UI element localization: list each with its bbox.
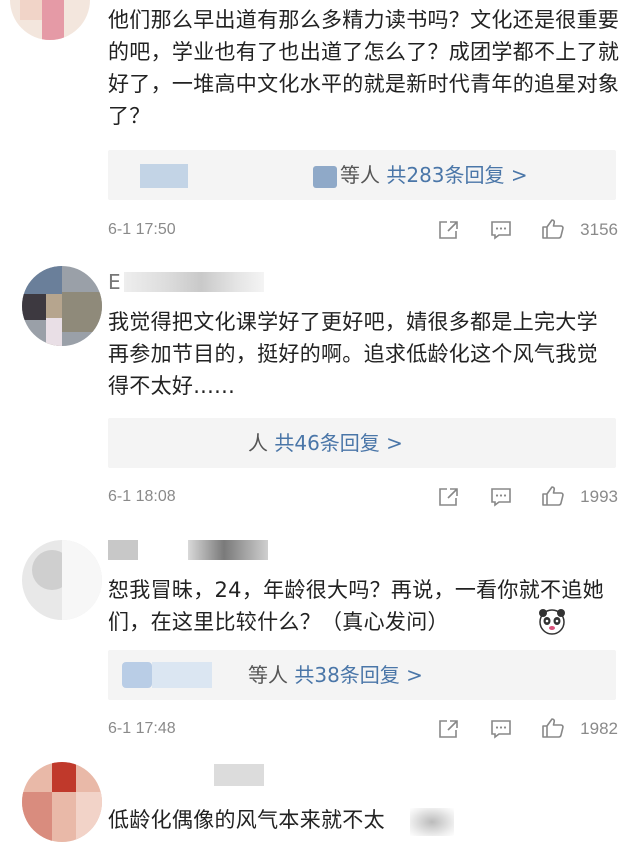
share-icon[interactable] — [438, 220, 460, 240]
thumbs-up-icon[interactable] — [541, 717, 565, 739]
comment-meta: 6-1 17:50 3156 — [108, 215, 628, 245]
name-blur — [188, 540, 268, 560]
reply-count-link[interactable]: 共46条回复 > — [274, 431, 403, 455]
comment-meta: 6-1 18:08 1993 — [108, 482, 628, 512]
avatar-blur — [52, 762, 76, 792]
comment-icon[interactable] — [490, 719, 512, 739]
thumbs-up-icon[interactable] — [541, 485, 565, 507]
avatar-blur — [76, 792, 102, 842]
comment-text: 他们那么早出道有那么多精力读书吗？文化还是很重要的吧，学业也有了也出道了怎么了？… — [108, 8, 620, 128]
reply-preview[interactable]: 等人 共283条回复 > — [108, 150, 616, 200]
avatar-blur — [62, 292, 102, 332]
name-blur — [124, 272, 264, 292]
avatar-blur — [22, 266, 62, 296]
name-blur — [140, 164, 188, 188]
avatar-blur — [46, 318, 62, 346]
comment-icon[interactable] — [490, 220, 512, 240]
like-count: 1982 — [580, 719, 618, 738]
reply-users: 人 — [248, 431, 268, 455]
avatar-blur — [22, 294, 46, 320]
avatar-blur — [42, 0, 64, 40]
avatar[interactable] — [10, 0, 90, 40]
timestamp: 6-1 17:50 — [108, 221, 176, 238]
avatar[interactable] — [22, 266, 102, 346]
comment-text: 低龄化偶像的风气本来就不太 — [108, 808, 385, 832]
avatar[interactable] — [22, 762, 102, 842]
timestamp: 6-1 18:08 — [108, 488, 176, 505]
avatar[interactable] — [22, 540, 102, 620]
reply-preview[interactable]: 人 共46条回复 > — [108, 418, 616, 468]
thumbs-up-icon[interactable] — [541, 218, 565, 240]
share-icon[interactable] — [438, 487, 460, 507]
name-blur — [152, 662, 212, 688]
like-count: 3156 — [580, 220, 618, 239]
reply-users: 等人 — [248, 663, 288, 687]
panda-emoji-icon — [539, 609, 565, 635]
name-blur — [313, 166, 337, 188]
like-count: 1993 — [580, 487, 618, 506]
comment-text: 我觉得把文化课学好了更好吧，婧很多都是上完大学再参加节目的，挺好的啊。追求低龄化… — [108, 310, 598, 398]
share-icon[interactable] — [438, 719, 460, 739]
reply-count-link[interactable]: 共283条回复 > — [386, 163, 527, 187]
avatar-blur — [22, 792, 52, 842]
avatar-blur — [20, 0, 42, 20]
comment-icon[interactable] — [490, 487, 512, 507]
timestamp: 6-1 17:48 — [108, 720, 176, 737]
name-blur — [108, 540, 138, 560]
username-partial[interactable]: E — [108, 270, 121, 294]
avatar-blur — [62, 540, 102, 620]
reply-users: 等人 — [340, 163, 380, 187]
name-blur — [214, 764, 264, 786]
comment-meta: 6-1 17:48 1982 — [108, 714, 628, 744]
reply-count-link[interactable]: 共38条回复 > — [294, 663, 423, 687]
reply-preview[interactable]: 等人 共38条回复 > — [108, 650, 616, 700]
name-blur — [122, 662, 152, 688]
text-blur — [410, 808, 454, 836]
